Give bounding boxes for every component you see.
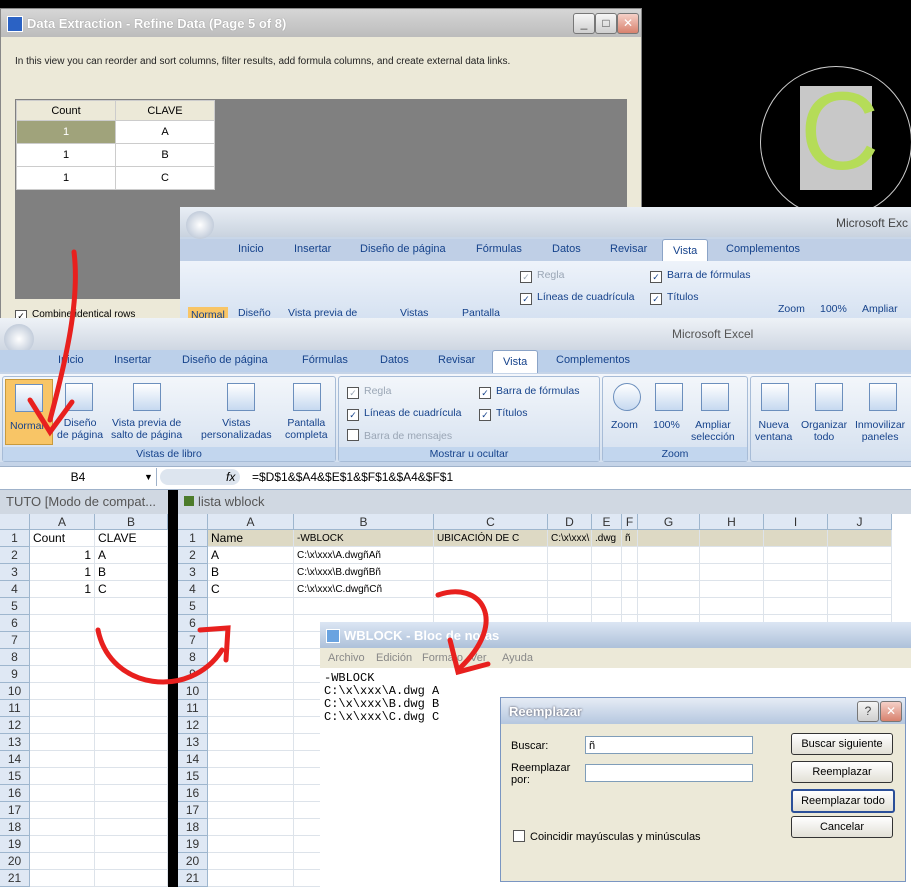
annotation-arrows — [27, 249, 491, 685]
arrow-curve-right — [435, 589, 489, 671]
arrow-curve-left-head — [197, 625, 231, 663]
arrow-down — [47, 249, 78, 423]
arrow-curve-left — [95, 627, 225, 685]
